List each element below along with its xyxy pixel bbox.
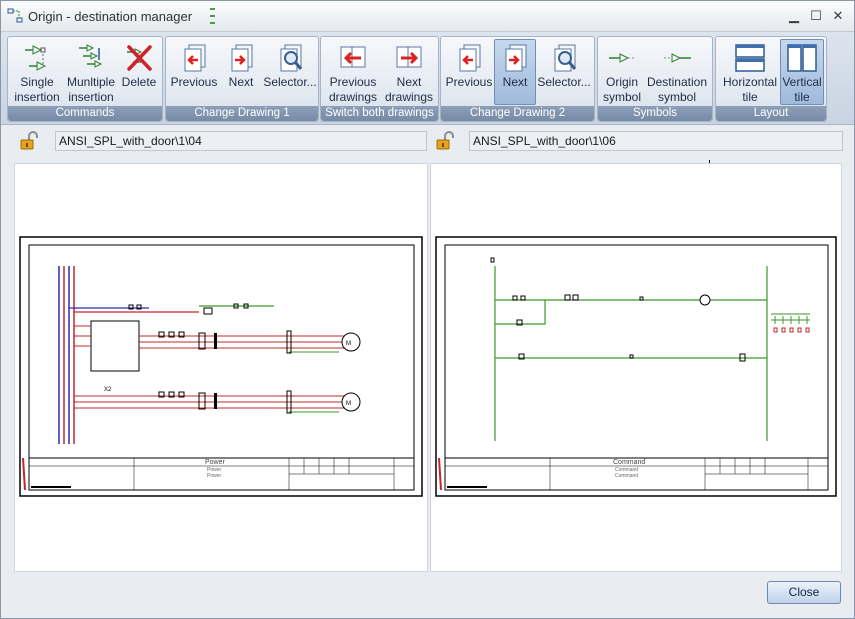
- drawing1-selector-button[interactable]: Selector...: [262, 39, 318, 105]
- left-titleblock-title: Power: [205, 459, 226, 466]
- drawing1-next-button[interactable]: Next: [220, 39, 262, 105]
- ribbon: Single insertion Munltiple insertion Del…: [1, 32, 854, 125]
- svg-text:X2: X2: [104, 387, 112, 393]
- drawing1-previous-button[interactable]: Previous: [168, 39, 220, 105]
- left-drawing-path: ANSI_SPL_with_door\1\04: [55, 131, 427, 151]
- left-drawing-preview[interactable]: M X2 M Power Power Power: [14, 163, 428, 572]
- quick-access-toolbar-icon[interactable]: [209, 6, 217, 26]
- group-commands: Single insertion Munltiple insertion Del…: [7, 36, 163, 122]
- next-drawings-button[interactable]: Next drawings: [381, 39, 437, 105]
- right-titleblock-line3: Command: [615, 473, 638, 479]
- left-pane-unlock-icon[interactable]: [19, 131, 39, 151]
- group-label-switch-both-drawings: Switch both drawings: [321, 106, 438, 121]
- previous-drawings-button[interactable]: Previous drawings: [325, 39, 381, 105]
- group-layout: Horizontal tile Vertical tile Layout: [715, 36, 827, 122]
- group-label-layout: Layout: [716, 106, 826, 121]
- origin-destination-manager-window: Origin - destination manager ▁ ☐ ✕ Singl…: [0, 0, 855, 619]
- origin-symbol-icon: [609, 53, 636, 63]
- next-page-icon: [505, 44, 527, 72]
- right-titleblock-title: Command: [613, 459, 645, 466]
- right-drawing-preview[interactable]: Command Command Command: [430, 163, 842, 572]
- group-label-change-drawing-2: Change Drawing 2: [441, 106, 594, 121]
- previous-page-icon: [184, 44, 206, 72]
- maximize-button[interactable]: ☐: [809, 9, 823, 23]
- drawing2-previous-button[interactable]: Previous: [443, 39, 495, 105]
- delete-button[interactable]: Delete: [118, 39, 160, 105]
- destination-symbol-button[interactable]: Destination symbol: [644, 39, 710, 105]
- destination-symbol-icon: [664, 53, 691, 63]
- minimize-button[interactable]: ▁: [787, 9, 801, 23]
- multiple-insertion-icon: [79, 44, 103, 68]
- group-label-symbols: Symbols: [598, 106, 712, 121]
- group-switch-both-drawings: Previous drawings Next drawings Switch b…: [320, 36, 439, 122]
- previous-drawings-icon: [340, 46, 366, 68]
- right-pane-unlock-icon[interactable]: [435, 131, 455, 151]
- vertical-tile-button[interactable]: Vertical tile: [780, 39, 824, 105]
- group-change-drawing-1: Previous Next Selector... Change Drawing…: [165, 36, 319, 122]
- next-page-icon: [231, 44, 253, 72]
- selector-magnifier-icon: [280, 44, 303, 72]
- window-title: Origin - destination manager: [28, 9, 193, 24]
- left-titleblock-line3: Power: [207, 473, 222, 479]
- right-schematic-drawing: Command Command Command: [435, 236, 837, 497]
- selector-magnifier-icon: [554, 44, 577, 72]
- svg-text:M: M: [346, 401, 351, 407]
- origin-symbol-button[interactable]: Origin symbol: [600, 39, 644, 105]
- close-window-button[interactable]: ✕: [831, 9, 845, 23]
- close-button[interactable]: Close: [767, 581, 841, 604]
- single-insertion-icon: [25, 45, 47, 71]
- left-schematic-drawing: M X2 M Power Power Power: [19, 236, 423, 497]
- horizontal-tile-icon: [735, 44, 765, 72]
- single-insertion-button[interactable]: Single insertion: [12, 39, 62, 105]
- right-drawing-path: ANSI_SPL_with_door\1\06: [469, 131, 843, 151]
- title-bar[interactable]: Origin - destination manager ▁ ☐ ✕: [1, 1, 854, 32]
- drawing2-selector-button[interactable]: Selector...: [536, 39, 592, 105]
- app-icon: [7, 8, 23, 23]
- multiple-insertion-button[interactable]: Munltiple insertion: [64, 39, 118, 105]
- horizontal-tile-button[interactable]: Horizontal tile: [718, 39, 782, 105]
- next-drawings-icon: [396, 46, 422, 68]
- group-symbols: Origin symbol Destination symbol Symbols: [597, 36, 713, 122]
- drawing2-next-button[interactable]: Next: [494, 39, 536, 105]
- svg-text:M: M: [346, 341, 351, 347]
- group-label-commands: Commands: [8, 106, 162, 121]
- delete-icon: [127, 45, 152, 71]
- previous-page-icon: [459, 44, 481, 72]
- vertical-tile-icon: [787, 44, 817, 72]
- group-change-drawing-2: Previous Next Selector... Change Drawing…: [440, 36, 595, 122]
- group-label-change-drawing-1: Change Drawing 1: [166, 106, 318, 121]
